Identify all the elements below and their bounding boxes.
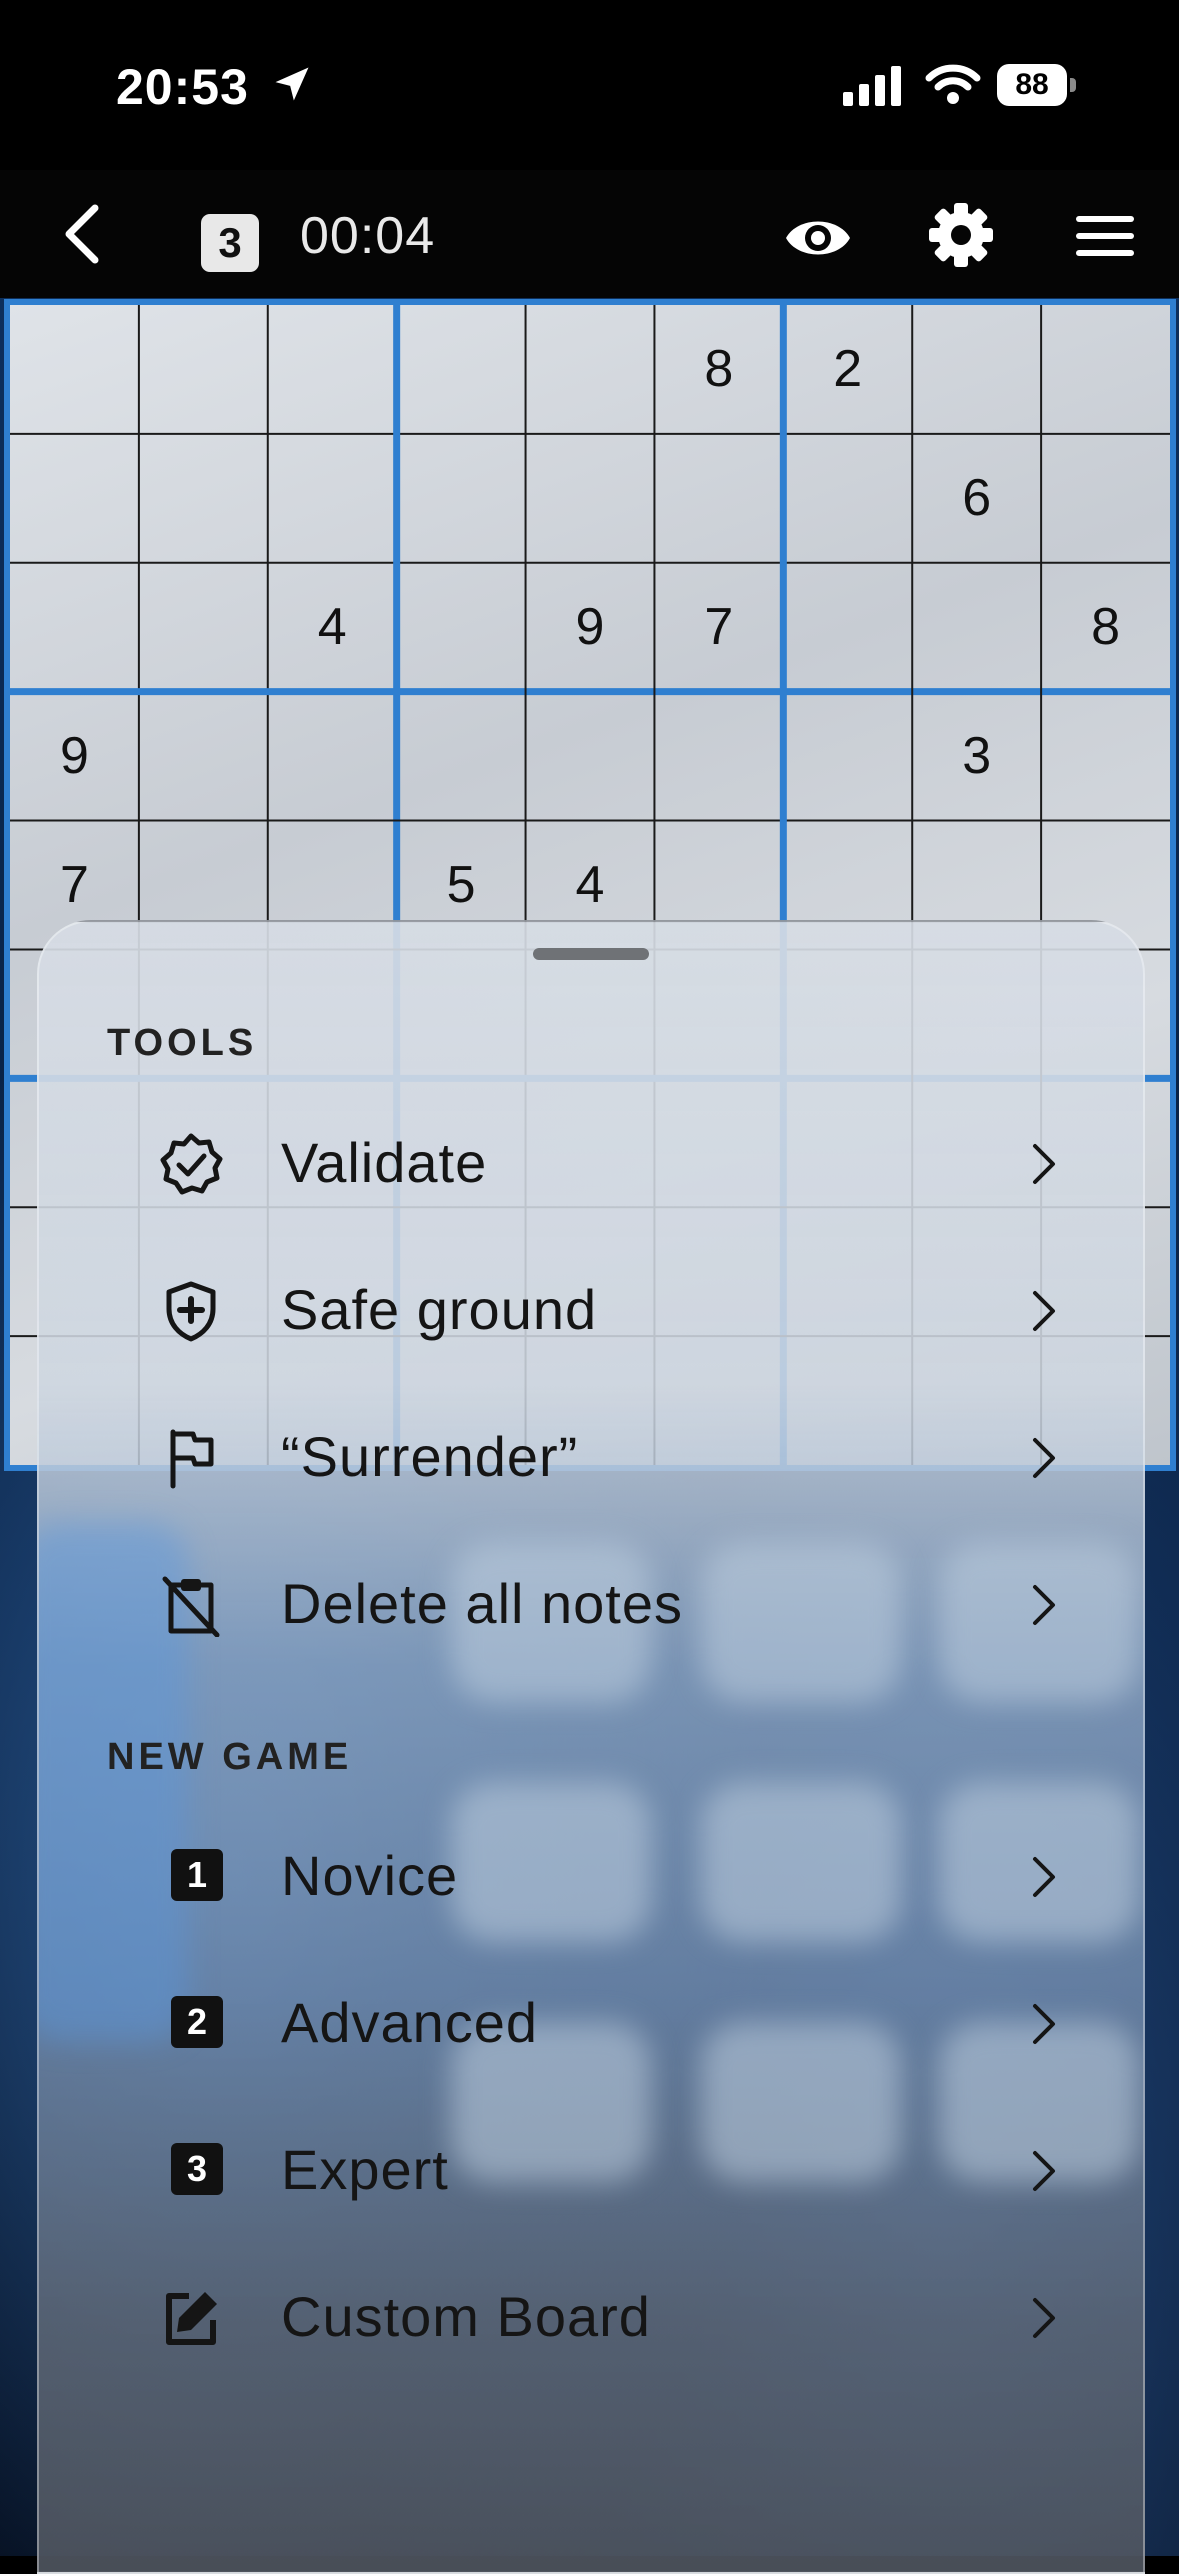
board-cell[interactable] [397,692,526,821]
board-cell[interactable]: 4 [268,563,397,692]
status-time: 20:53 [116,59,249,115]
chevron-right-icon [1033,1291,1055,1331]
board-cell[interactable] [268,305,397,434]
tools-bottom-sheet: TOOLS Validate Safe ground “Surrender” D… [37,920,1145,2574]
chevron-right-icon [1033,1857,1055,1897]
delete-all-notes-label: Delete all notes [281,1572,684,1635]
eye-icon[interactable] [782,210,854,266]
wifi-icon [925,64,981,104]
flag-icon [170,1429,214,1489]
board-cell[interactable] [139,305,268,434]
surrender-label: “Surrender” [281,1425,579,1488]
safe-ground-row[interactable]: Safe ground [99,1249,1089,1369]
board-cell[interactable]: 7 [654,563,783,692]
board-cell[interactable]: 2 [783,305,912,434]
board-cell[interactable] [912,305,1041,434]
board-cell[interactable] [139,692,268,821]
sheet-grabber[interactable] [533,948,649,960]
board-cell[interactable] [783,434,912,563]
board-cell[interactable] [783,563,912,692]
expert-row[interactable]: 3 Expert [99,2109,1089,2229]
board-cell[interactable]: 8 [654,305,783,434]
board-cell[interactable] [268,434,397,563]
board-cell[interactable] [526,305,655,434]
board-cell[interactable] [139,434,268,563]
location-arrow-icon [275,67,309,101]
tools-section-title: TOOLS [107,1022,258,1064]
battery-percent: 88 [1015,68,1049,101]
board-cell[interactable] [10,305,139,434]
badge-check-icon [160,1133,223,1195]
novice-row[interactable]: 1 Novice [99,1815,1089,1935]
board-cell[interactable] [912,563,1041,692]
expert-label: Expert [281,2138,449,2201]
board-cell[interactable] [654,692,783,821]
difficulty-3-icon: 3 [171,2143,223,2195]
board-cell[interactable] [1041,434,1170,563]
board-cell[interactable] [654,434,783,563]
board-cell[interactable] [10,563,139,692]
board-cell[interactable] [397,434,526,563]
chevron-right-icon [1033,2151,1055,2191]
safe-ground-label: Safe ground [281,1278,598,1341]
board-cell[interactable] [783,692,912,821]
board-cell[interactable] [268,692,397,821]
status-bar: 20:53 88 [0,0,1179,170]
chevron-right-icon [1033,1585,1055,1625]
validate-row[interactable]: Validate [99,1102,1089,1222]
chevron-right-icon [1033,2004,1055,2044]
board-cell[interactable] [526,692,655,821]
validate-label: Validate [281,1131,488,1194]
new-game-section-title: NEW GAME [107,1736,353,1778]
gear-icon[interactable] [928,202,994,268]
delete-all-notes-row[interactable]: Delete all notes [99,1543,1089,1663]
game-toolbar: 3 00:04 [0,170,1179,298]
board-cell[interactable]: 3 [912,692,1041,821]
board-cell[interactable] [526,434,655,563]
shield-plus-icon [166,1281,216,1342]
board-cell[interactable]: 9 [10,692,139,821]
board-cell[interactable] [397,563,526,692]
board-cell[interactable] [397,305,526,434]
board-cell[interactable] [1041,692,1170,821]
board-cell[interactable] [139,563,268,692]
board-cell[interactable] [10,434,139,563]
difficulty-1-icon: 1 [171,1849,223,1901]
difficulty-badge: 3 [201,214,259,272]
custom-board-label: Custom Board [281,2285,651,2348]
difficulty-2-icon: 2 [171,1996,223,2048]
board-cell[interactable]: 8 [1041,563,1170,692]
novice-label: Novice [281,1844,459,1907]
edit-square-icon [166,2292,217,2345]
board-cell[interactable]: 9 [526,563,655,692]
chevron-right-icon [1033,1438,1055,1478]
advanced-row[interactable]: 2 Advanced [99,1962,1089,2082]
battery-icon: 88 [997,64,1077,108]
game-timer: 00:04 [300,207,436,265]
advanced-label: Advanced [281,1991,539,2054]
chevron-right-icon [1033,2298,1055,2338]
signal-icon [843,66,901,106]
board-cell[interactable]: 6 [912,434,1041,563]
back-chevron-icon[interactable] [55,202,115,266]
custom-board-row[interactable]: Custom Board [99,2256,1089,2376]
clipboard-off-icon [162,1576,220,1637]
hamburger-menu-icon[interactable] [1074,208,1136,264]
board-cell[interactable] [1041,305,1170,434]
surrender-row[interactable]: “Surrender” [99,1396,1089,1516]
chevron-right-icon [1033,1144,1055,1184]
